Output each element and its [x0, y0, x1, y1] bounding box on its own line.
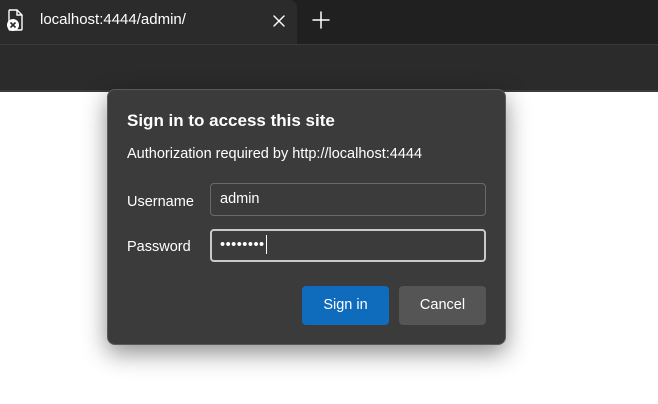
new-tab-button[interactable]	[309, 8, 333, 32]
sign-in-button[interactable]: Sign in	[302, 286, 389, 325]
browser-toolbar	[0, 44, 658, 92]
tab-strip: localhost:4444/admin/	[0, 0, 658, 44]
sign-in-dialog: Sign in to access this site Authorizatio…	[107, 89, 506, 345]
tab-title: localhost:4444/admin/	[40, 11, 186, 28]
username-field[interactable]: admin	[210, 183, 486, 216]
password-label: Password	[127, 239, 191, 255]
username-value: admin	[220, 191, 260, 207]
text-caret	[265, 234, 267, 254]
username-label: Username	[127, 194, 194, 210]
page-error-icon	[6, 8, 26, 32]
cancel-button[interactable]: Cancel	[399, 286, 486, 325]
close-icon[interactable]	[270, 12, 288, 30]
dialog-subtitle: Authorization required by http://localho…	[127, 146, 423, 162]
dialog-title: Sign in to access this site	[127, 111, 335, 130]
password-value: ••••••••	[220, 237, 265, 253]
plus-icon	[312, 11, 330, 29]
password-field[interactable]: ••••••••	[210, 229, 486, 262]
browser-tab[interactable]: localhost:4444/admin/	[0, 0, 297, 44]
